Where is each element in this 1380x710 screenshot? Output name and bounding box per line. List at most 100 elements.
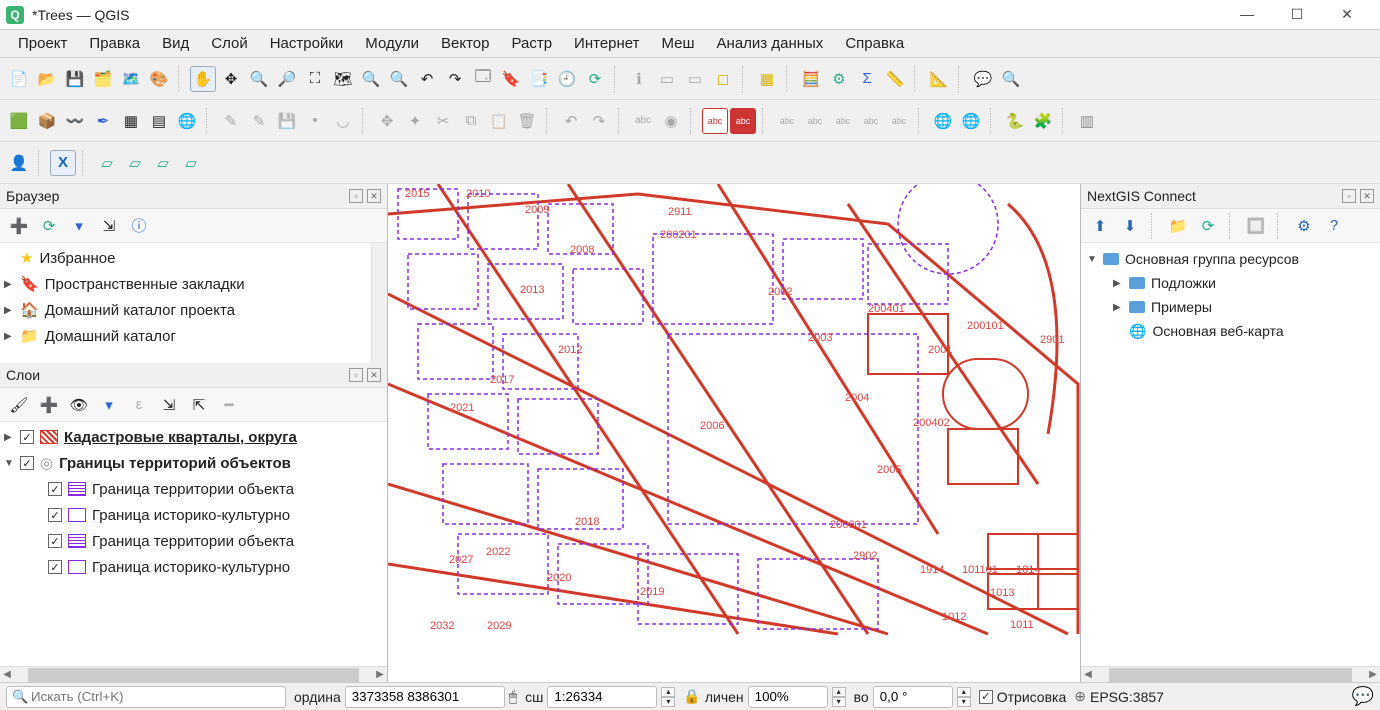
new-print-layout-icon[interactable]: 🗂️ (90, 66, 116, 92)
magn-spinner[interactable]: ▴▾ (832, 687, 846, 707)
person-icon[interactable]: 👤 (6, 150, 32, 176)
refresh-browser-icon[interactable]: ⟳ (36, 213, 62, 239)
measure-icon[interactable]: 📏 (882, 66, 908, 92)
select-icon[interactable]: ▭ (654, 66, 680, 92)
pan-icon[interactable]: ✋ (190, 66, 216, 92)
lbl5-icon[interactable]: abc (886, 108, 912, 134)
style-manager-icon[interactable]: 🎨 (146, 66, 172, 92)
redo-icon[interactable]: ↷ (586, 108, 612, 134)
ngw-download-icon[interactable]: ⬇ (1117, 213, 1143, 239)
new-virtual-icon[interactable]: ▦ (118, 108, 144, 134)
plugins-icon[interactable]: 🧩 (1030, 108, 1056, 134)
menu-edit[interactable]: Правка (79, 33, 150, 54)
zoom-in-icon[interactable]: 🔍 (246, 66, 272, 92)
ngw-open-icon[interactable]: 🔲 (1243, 213, 1269, 239)
add-feature-icon[interactable]: • (302, 108, 328, 134)
collapse-all-icon[interactable]: ⇱ (186, 392, 212, 418)
new-geopackage-icon[interactable]: 📦 (34, 108, 60, 134)
temporal-controller-icon[interactable]: 🕘 (554, 66, 580, 92)
coord-input[interactable] (345, 686, 505, 708)
undo-icon[interactable]: ↶ (558, 108, 584, 134)
open-project-icon[interactable]: 📂 (34, 66, 60, 92)
menu-vector[interactable]: Вектор (431, 33, 499, 54)
polys1-icon[interactable]: ▱ (94, 150, 120, 176)
pan-to-selection-icon[interactable]: ✥ (218, 66, 244, 92)
maximize-button[interactable]: ☐ (1282, 6, 1312, 23)
show-tips-icon[interactable]: 💬 (970, 66, 996, 92)
add-vector-icon[interactable]: 🟩 (6, 108, 32, 134)
menu-help[interactable]: Справка (835, 33, 914, 54)
map-tips-icon[interactable]: 📐 (926, 66, 952, 92)
lock-icon[interactable]: 🔒 (683, 688, 700, 705)
move-feature-icon[interactable]: ✥ (374, 108, 400, 134)
layers-scrollbar[interactable]: ◀▶ (0, 666, 387, 682)
zoom-full-icon[interactable]: 🗺 (330, 66, 356, 92)
zoom-last-icon[interactable]: ↶ (414, 66, 440, 92)
browser-item-home[interactable]: ▶📁 Домашний каталог (0, 323, 387, 349)
layer-sub-item[interactable]: ✓ Граница историко-культурно (0, 502, 387, 528)
browser-item-bookmarks[interactable]: ▶🔖 Пространственные закладки (0, 271, 387, 297)
collapse-browser-icon[interactable]: ⇲ (96, 213, 122, 239)
nextgis-close-button[interactable]: ✕ (1360, 189, 1374, 203)
menu-layer[interactable]: Слой (201, 33, 257, 54)
menu-processing[interactable]: Анализ данных (707, 33, 834, 54)
ngw-upload-icon[interactable]: ⬆ (1087, 213, 1113, 239)
open-table-icon[interactable]: ▦ (754, 66, 780, 92)
delete-icon[interactable]: 🗑 (514, 108, 540, 134)
ngw-settings-icon[interactable]: ⚙ (1291, 213, 1317, 239)
browser-undock-button[interactable]: ▫ (349, 189, 363, 203)
expression-filter-icon[interactable]: ε (126, 392, 152, 418)
crs-label[interactable]: EPSG:3857 (1090, 689, 1164, 705)
toolbox-icon[interactable]: ⚙ (826, 66, 852, 92)
label-off-icon[interactable]: abc (730, 108, 756, 134)
rot-spinner[interactable]: ▴▾ (957, 687, 971, 707)
rotation-input[interactable] (873, 686, 953, 708)
globe1-icon[interactable]: 🌐 (930, 108, 956, 134)
paste-icon[interactable]: 📋 (486, 108, 512, 134)
globe2-icon[interactable]: 🌐 (958, 108, 984, 134)
layer-checkbox[interactable]: ✓ (48, 534, 62, 548)
show-bookmarks-icon[interactable]: 📑 (526, 66, 552, 92)
scale-input[interactable] (547, 686, 657, 708)
scale-spinner[interactable]: ▴▾ (661, 687, 675, 707)
crs-icon[interactable]: ⊕ (1074, 688, 1086, 705)
filter-browser-icon[interactable]: ▾ (66, 213, 92, 239)
coord-toggle-icon[interactable]: 🖱 (509, 688, 517, 705)
layer-item[interactable]: ▼ ✓ ◎ Границы территорий объектов (0, 450, 387, 476)
nextgis-scrollbar[interactable]: ◀▶ (1081, 666, 1380, 682)
digitize-icon[interactable]: ◡ (330, 108, 356, 134)
layout-manager-icon[interactable]: 🗺️ (118, 66, 144, 92)
layer-checkbox[interactable]: ✓ (20, 456, 34, 470)
minimize-button[interactable]: — (1232, 6, 1262, 23)
layers-undock-button[interactable]: ▫ (349, 368, 363, 382)
messages-icon[interactable]: 💬 (1352, 686, 1374, 707)
label-on-icon[interactable]: abc (702, 108, 728, 134)
zoom-layer-icon[interactable]: 🔍 (386, 66, 412, 92)
ngw-help-icon[interactable]: ? (1321, 213, 1347, 239)
layers-close-button[interactable]: ✕ (367, 368, 381, 382)
layer-item[interactable]: ▶ ✓ Кадастровые кварталы, округа (0, 424, 387, 450)
expand-all-icon[interactable]: ⇲ (156, 392, 182, 418)
browser-close-button[interactable]: ✕ (367, 189, 381, 203)
layer-checkbox[interactable]: ✓ (48, 508, 62, 522)
magnifier-input[interactable] (748, 686, 828, 708)
statistics-icon[interactable]: Σ (854, 66, 880, 92)
refresh-icon[interactable]: ⟳ (582, 66, 608, 92)
lbl1-icon[interactable]: abc (774, 108, 800, 134)
identify-icon[interactable]: ℹ (626, 66, 652, 92)
abc2-icon[interactable]: ◉ (658, 108, 684, 134)
menu-view[interactable]: Вид (152, 33, 199, 54)
python-icon[interactable]: 🐍 (1002, 108, 1028, 134)
layer-sub-item[interactable]: ✓ Граница территории объекта (0, 476, 387, 502)
ngw-item[interactable]: ▶ Подложки (1087, 271, 1374, 295)
search-icon[interactable]: 🔍 (998, 66, 1024, 92)
ngw-root[interactable]: ▼ Основная группа ресурсов (1087, 247, 1374, 271)
node-tool-icon[interactable]: ✦ (402, 108, 428, 134)
new-map-view-icon[interactable]: 🗔 (470, 66, 496, 92)
ngw-item[interactable]: ▶ Примеры (1087, 295, 1374, 319)
layer-checkbox[interactable]: ✓ (20, 430, 34, 444)
menu-project[interactable]: Проект (8, 33, 77, 54)
add-wms-icon[interactable]: 🌐 (174, 108, 200, 134)
nextgis-undock-button[interactable]: ▫ (1342, 189, 1356, 203)
new-bookmark-icon[interactable]: 🔖 (498, 66, 524, 92)
